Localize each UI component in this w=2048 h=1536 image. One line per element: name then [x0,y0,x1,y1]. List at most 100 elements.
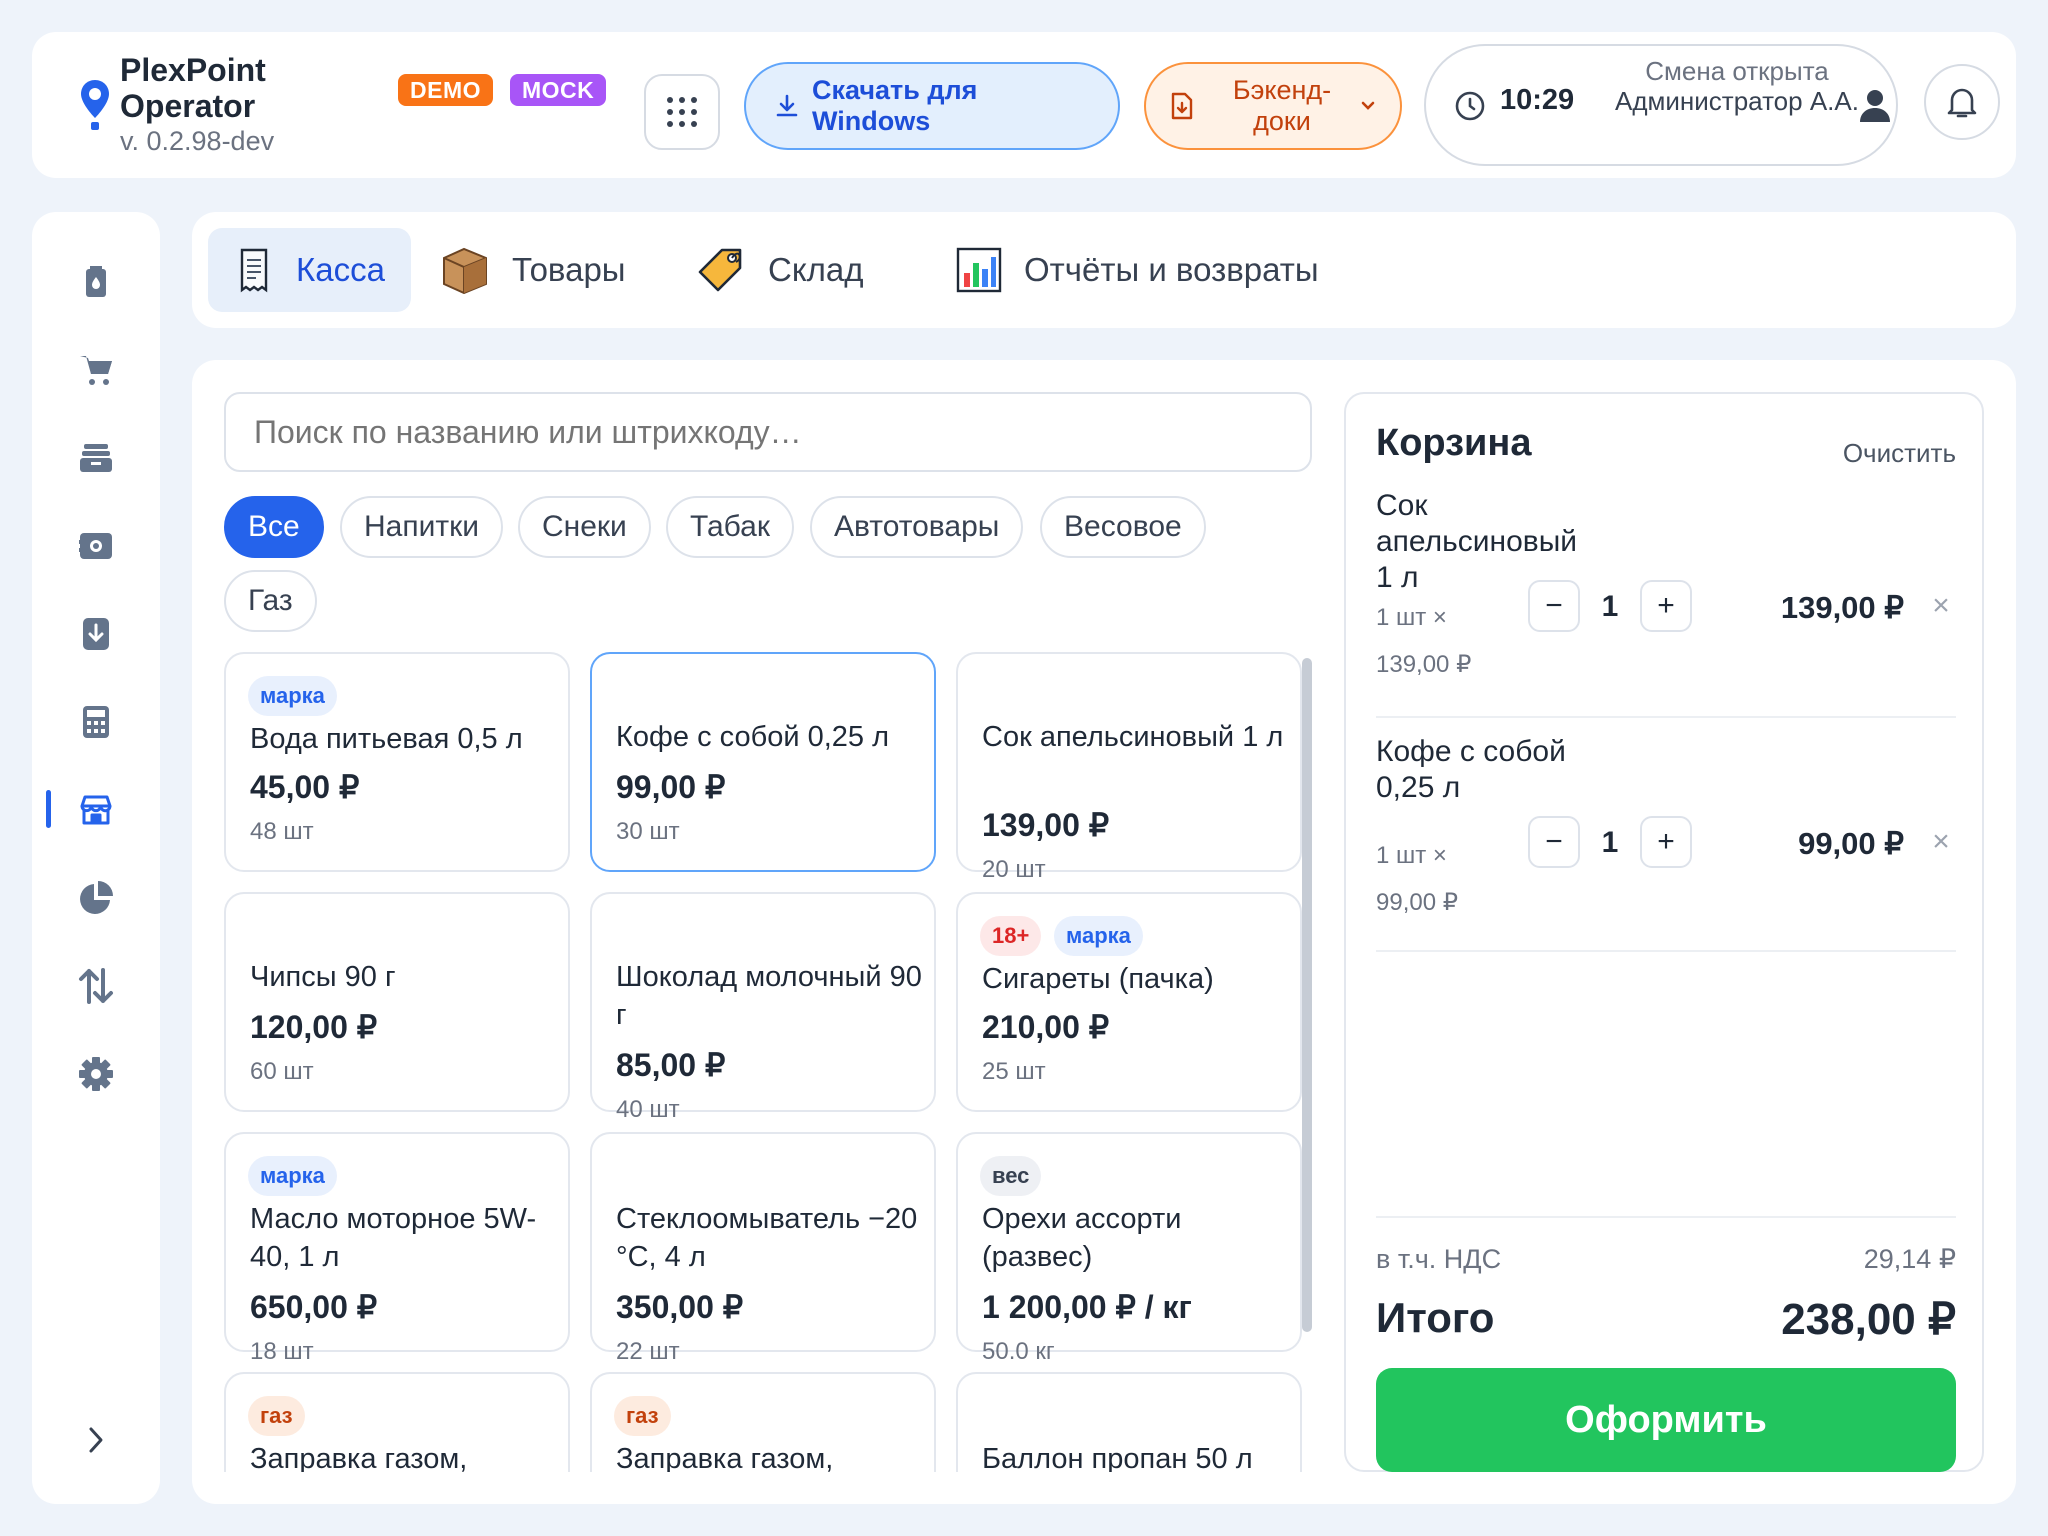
download-label: Скачать для Windows [812,75,978,136]
download-windows-button[interactable]: Скачать для Windows [744,62,1120,150]
filter-chip-weight[interactable]: Весовое [1040,496,1206,558]
notifications-button[interactable] [1924,64,2000,140]
filter-chip-all[interactable]: Все [224,496,324,558]
backend-docs-button[interactable]: Бэкенд-доки [1144,62,1402,150]
product-name: Баллон пропан 50 л [982,1443,1253,1472]
product-card[interactable]: марка Вода питьевая 0,5 л 45,00 ₽ 48 шт [224,652,570,872]
sidebar [32,212,160,1504]
product-card[interactable]: марка Масло моторное 5W-40, 1 л 650,00 ₽… [224,1132,570,1365]
pie-chart-icon [80,881,113,914]
safe-icon [79,533,112,559]
sidebar-item-inbox[interactable] [64,426,128,490]
sidebar-expand-button[interactable] [66,1410,126,1470]
product-card[interactable]: газ Заправка газом, [224,1372,570,1472]
fuel-icon [86,266,106,297]
weight-tag: вес [980,1156,1042,1196]
store-icon [80,795,112,825]
product-stock: 48 шт [250,818,314,845]
product-name: Стеклоомыватель −20 °C, 4 л [616,1203,918,1273]
gas-tag: газ [248,1396,305,1436]
qty-decrease-button[interactable]: − [1528,580,1580,632]
product-price: 120,00 ₽ [250,1009,378,1045]
tab-reports-label: Отчёты и возвраты [1024,251,1319,288]
sidebar-item-calculator[interactable] [64,690,128,754]
qty-increase-button[interactable]: + [1640,816,1692,868]
sidebar-item-sort[interactable] [64,954,128,1018]
product-card[interactable]: Баллон пропан 50 л [956,1372,1302,1472]
product-card[interactable]: Стеклоомыватель −20 °C, 4 л 350,00 ₽ 22 … [590,1132,936,1365]
app-header: PlexPoint Operator v. 0.2.98-dev DEMO MO… [32,32,2016,178]
product-name: Заправка газом, [616,1443,834,1472]
marking-tag: марка [248,676,337,716]
marking-tag: марка [1054,916,1143,956]
tab-cash[interactable]: Касса [208,228,411,312]
receipt-icon [240,248,268,293]
product-card[interactable]: Чипсы 90 г 120,00 ₽ 60 шт [224,892,570,1112]
pos-panel: Все Напитки Снеки Табак Автотовары Весов… [192,360,2016,1504]
sidebar-item-settings[interactable] [64,1042,128,1106]
sidebar-item-download[interactable] [64,602,128,666]
sidebar-item-store[interactable] [64,778,128,842]
product-name: Масло моторное 5W-40, 1 л [250,1203,537,1273]
sort-icon [79,968,113,1004]
apps-grid-button[interactable] [644,74,720,150]
tab-warehouse[interactable]: Склад [670,228,890,312]
product-stock: 18 шт [250,1338,314,1365]
search-input[interactable] [224,392,1312,472]
product-stock: 50.0 кг [982,1338,1055,1365]
cart-panel: Корзина Очистить Сок апельсиновый 1 л 1 … [1344,392,1984,1472]
product-price: 99,00 ₽ [616,769,726,805]
product-card[interactable]: Кофе с собой 0,25 л 99,00 ₽ 30 шт [590,652,936,872]
map-pin-icon [81,80,109,130]
product-stock: 25 шт [982,1058,1046,1085]
mock-badge: MOCK [510,74,607,106]
product-grid-scrollbar[interactable] [1302,658,1312,1332]
product-name: Сигареты (пачка) [982,963,1214,995]
sidebar-item-safe[interactable] [64,514,128,578]
product-card[interactable]: газ Заправка газом, [590,1372,936,1472]
product-card[interactable]: вес Орехи ассорти (развес) 1 200,00 ₽ / … [956,1132,1302,1365]
cart-icon [80,356,112,385]
qty-increase-button[interactable]: + [1640,580,1692,632]
cart-item-total: 99,00 ₽ [1798,826,1904,861]
cart-item-unit-price: 99,00 ₽ [1376,889,1458,916]
cart-item-qty: 1 [1601,826,1619,859]
settings-icon [79,1057,113,1091]
qty-decrease-button[interactable]: − [1528,816,1580,868]
main-tabs: Касса Товары Склад Отчёты и возвраты [192,212,2016,328]
user-icon[interactable] [1858,88,1892,122]
product-price: 1 200,00 ₽ / кг [982,1289,1192,1325]
tab-products[interactable]: Товары [414,228,652,312]
bell-icon [1947,88,1977,118]
sidebar-item-reports[interactable] [64,866,128,930]
checkout-button[interactable]: Оформить [1376,1368,1956,1472]
product-name: Орехи ассорти (развес) [982,1203,1182,1273]
clock-icon [1455,91,1485,121]
filter-chip-snacks[interactable]: Снеки [518,496,651,558]
vat-value: 29,14 ₽ [1863,1244,1956,1274]
filter-chip-gas[interactable]: Газ [224,570,317,632]
chevron-down-icon [1361,101,1375,110]
product-card[interactable]: Сок апельсиновый 1 л 139,00 ₽ 20 шт [956,652,1302,883]
filter-chip-drinks[interactable]: Напитки [340,496,503,558]
filter-chip-auto[interactable]: Автотовары [810,496,1024,558]
product-card[interactable]: Шоколад молочный 90 г 85,00 ₽ 40 шт [590,892,936,1123]
tab-warehouse-label: Склад [768,251,864,288]
product-stock: 60 шт [250,1058,314,1085]
product-price: 210,00 ₽ [982,1009,1110,1045]
sidebar-item-cart[interactable] [64,338,128,402]
product-name: Шоколад молочный 90 г [616,961,922,1031]
filter-chip-tobacco[interactable]: Табак [666,496,794,558]
remove-item-button[interactable]: × [1926,825,1956,858]
product-name: Сок апельсиновый 1 л [982,721,1284,753]
product-card[interactable]: 18+ марка Сигареты (пачка) 210,00 ₽ 25 ш… [956,892,1302,1112]
tab-reports[interactable]: Отчёты и возвраты [930,228,1345,312]
cart-clear-button[interactable]: Очистить [1836,438,1956,469]
product-name: Вода питьевая 0,5 л [250,723,523,755]
remove-item-button[interactable]: × [1926,589,1956,622]
clock-time: 10:29 [1500,84,1575,116]
cart-divider [1376,716,1956,718]
age-restriction-tag: 18+ [980,916,1042,956]
sidebar-item-fuel[interactable] [64,250,128,314]
gas-tag: газ [614,1396,671,1436]
